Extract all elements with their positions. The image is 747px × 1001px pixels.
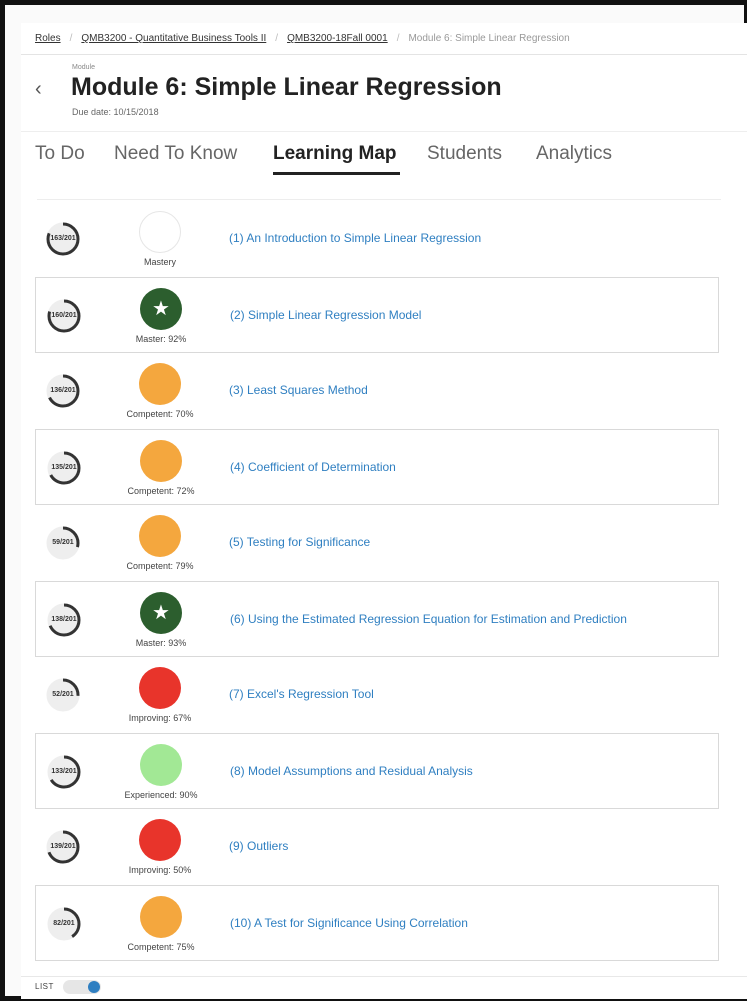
mastery-status: Improving: 67% xyxy=(128,713,192,723)
topic-link[interactable]: (5) Testing for Significance xyxy=(229,535,370,549)
mastery-badge-master: ★ xyxy=(140,288,182,330)
progress-count: 59/201 xyxy=(52,539,74,546)
topic-row: 160/201 ★ Master: 92% (2) Simple Linear Reg… xyxy=(35,277,719,353)
tab-bar: To Do Need To Know Learning Map Students… xyxy=(21,131,747,190)
topic-link[interactable]: (7) Excel's Regression Tool xyxy=(229,687,374,701)
mastery-badge-empty xyxy=(139,211,181,253)
list-view-label: LIST xyxy=(35,982,54,991)
mastery-status: Competent: 72% xyxy=(127,486,195,496)
breadcrumb-separator: / xyxy=(69,33,73,44)
tab-need-to-know[interactable]: Need To Know xyxy=(114,143,237,165)
mastery-badge-competent xyxy=(140,896,182,938)
topic-row: 82/201 Competent: 75% (10) A Test for Sign… xyxy=(35,885,719,961)
mastery-badge-competent xyxy=(139,515,181,557)
mastery-status: Competent: 70% xyxy=(126,409,194,419)
star-icon: ★ xyxy=(152,298,170,320)
toggle-knob[interactable] xyxy=(88,981,100,993)
tab-students[interactable]: Students xyxy=(427,143,502,165)
breadcrumb-separator: / xyxy=(396,33,400,44)
list-view-toggle[interactable] xyxy=(63,980,101,994)
breadcrumb-current: Module 6: Simple Linear Regression xyxy=(408,33,570,44)
breadcrumb-roles[interactable]: Roles xyxy=(35,33,61,44)
progress-count: 160/201 xyxy=(51,312,77,319)
mastery-status: Competent: 75% xyxy=(127,942,195,952)
topic-row: 136/201 Competent: 70% (3) Least Squares M… xyxy=(35,353,719,429)
mastery-badge-improving xyxy=(139,819,181,861)
progress-count: 82/201 xyxy=(53,920,75,927)
mastery-status: Mastery xyxy=(143,257,176,267)
mastery-badge-competent xyxy=(140,440,182,482)
mastery-status: Master: 93% xyxy=(135,638,187,648)
breadcrumb-section[interactable]: QMB3200-18Fall 0001 xyxy=(287,33,388,44)
module-eyebrow: Module xyxy=(72,64,95,71)
breadcrumb-course[interactable]: QMB3200 - Quantitative Business Tools II xyxy=(81,33,266,44)
breadcrumb-divider xyxy=(21,54,747,55)
page-title: Module 6: Simple Linear Regression xyxy=(71,73,502,101)
star-icon: ★ xyxy=(152,602,170,624)
tab-analytics[interactable]: Analytics xyxy=(536,143,612,165)
mastery-badge-improving xyxy=(139,667,181,709)
topic-row: 135/201 Competent: 72% (4) Coefficient of … xyxy=(35,429,719,505)
topic-row: 52/201 Improving: 67% (7) Excel's Regressi… xyxy=(35,657,719,733)
window-frame: Roles / QMB3200 - Quantitative Business To… xyxy=(0,0,747,1001)
topic-row: 163/201 Mastery (1) An Introduction to Sim… xyxy=(35,201,719,277)
mastery-status: Master: 92% xyxy=(135,334,187,344)
topic-link[interactable]: (2) Simple Linear Regression Model xyxy=(230,308,421,322)
mastery-status: Competent: 79% xyxy=(126,561,194,571)
topic-row: 138/201 ★ Master: 93% (6) Using the Estimat… xyxy=(35,581,719,657)
progress-count: 133/201 xyxy=(51,768,77,775)
topic-row: 139/201 Improving: 50% (9) Outliers xyxy=(35,809,719,885)
tab-to-do[interactable]: To Do xyxy=(35,143,85,165)
topic-link[interactable]: (4) Coefficient of Determination xyxy=(230,460,396,474)
topic-link[interactable]: (8) Model Assumptions and Residual Analy… xyxy=(230,764,473,778)
due-date: Due date: 10/15/2018 xyxy=(72,107,159,117)
mastery-status: Improving: 50% xyxy=(128,865,192,875)
topic-row: 133/201 Experienced: 90% (8) Model Assumpt… xyxy=(35,733,719,809)
footer-bar: LIST xyxy=(21,976,747,999)
chevron-left-icon[interactable]: ‹ xyxy=(35,78,42,101)
breadcrumb-separator: / xyxy=(275,33,279,44)
learning-map-page: Roles / QMB3200 - Quantitative Business To… xyxy=(21,23,747,999)
progress-count: 138/201 xyxy=(51,616,77,623)
progress-count: 135/201 xyxy=(51,464,77,471)
progress-count: 136/201 xyxy=(50,387,76,394)
list-divider xyxy=(37,199,721,200)
progress-count: 52/201 xyxy=(52,691,74,698)
mastery-badge-competent xyxy=(139,363,181,405)
topic-link[interactable]: (6) Using the Estimated Regression Equat… xyxy=(230,612,627,626)
topic-link[interactable]: (1) An Introduction to Simple Linear Reg… xyxy=(229,231,481,245)
topic-link[interactable]: (10) A Test for Significance Using Corre… xyxy=(230,916,468,930)
progress-count: 139/201 xyxy=(50,843,76,850)
mastery-badge-experienced xyxy=(140,744,182,786)
active-tab-indicator xyxy=(273,172,400,175)
topic-row: 59/201 Competent: 79% (5) Testing for Sign… xyxy=(35,505,719,581)
breadcrumb: Roles / QMB3200 - Quantitative Business To… xyxy=(35,33,570,44)
tab-learning-map[interactable]: Learning Map xyxy=(273,143,397,165)
topic-link[interactable]: (9) Outliers xyxy=(229,839,288,853)
topic-link[interactable]: (3) Least Squares Method xyxy=(229,383,368,397)
mastery-badge-master: ★ xyxy=(140,592,182,634)
mastery-status: Experienced: 90% xyxy=(124,790,198,800)
progress-count: 163/201 xyxy=(50,235,76,242)
